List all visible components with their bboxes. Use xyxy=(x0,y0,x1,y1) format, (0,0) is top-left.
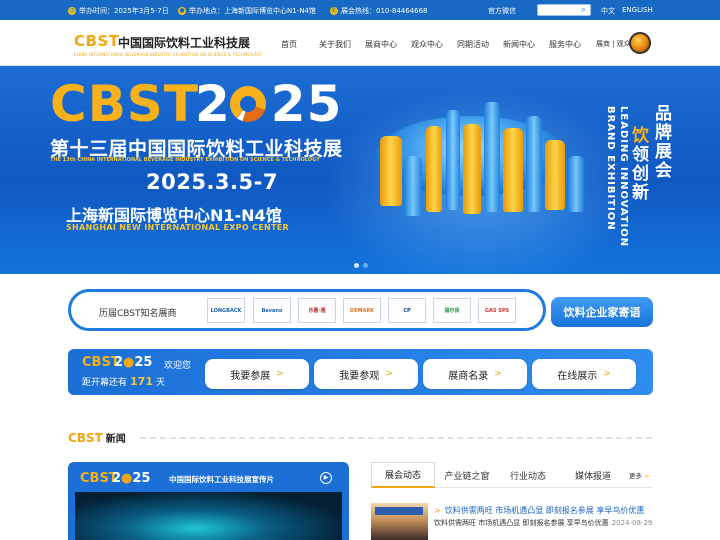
banner-zero-ring-icon xyxy=(230,86,266,122)
play-icon[interactable]: ▶ xyxy=(320,472,332,484)
logo-title: 中国国际饮料工业科技展 xyxy=(118,36,251,50)
lang-en-link[interactable]: ENGLISH xyxy=(622,6,653,14)
chevron-right-icon: > xyxy=(603,369,611,379)
banner-venue-en: SHANGHAI NEW INTERNATIONAL EXPO CENTER xyxy=(66,223,289,232)
tab-exhibition-news[interactable]: 展会动态 xyxy=(371,462,435,488)
phone-icon: ✆ xyxy=(330,7,338,15)
video-title: 中国国际饮料工业科技展宣传片 xyxy=(169,475,274,484)
logo-subtitle: CHINA INTERNATIONAL BEVERAGE INDUSTRY EX… xyxy=(74,52,263,57)
section-divider xyxy=(140,437,652,439)
tab-industry-chain[interactable]: 产业链之窗 xyxy=(437,462,497,488)
logo-brand: CBST xyxy=(74,32,120,50)
banner-pagination xyxy=(354,263,368,268)
chevron-right-icon: > xyxy=(276,369,284,379)
exhibitor-directory-button[interactable]: 展商名录 > xyxy=(423,359,527,389)
nav-exhibitor-center[interactable]: 展商中心 xyxy=(365,39,397,50)
location-pin-icon: ● xyxy=(178,7,186,15)
top-info-bar: ◷ 举办时间：2025年3月5-7日 ● 举办地点：上海新国际博览中心N1-N4… xyxy=(0,0,720,20)
banner-year: 2 25 xyxy=(195,75,343,133)
event-time: ◷ 举办时间：2025年3月5-7日 xyxy=(68,7,169,15)
wechat-link[interactable]: 官方微信 xyxy=(488,6,516,16)
nav-service-center[interactable]: 服务中心 xyxy=(549,39,581,50)
banner-dot[interactable] xyxy=(354,263,359,268)
banner-title-en: THE 13th CHINA INTERNATIONAL BEVERAGE IN… xyxy=(50,157,320,163)
countdown-days: 171 xyxy=(130,375,153,388)
arrow-right-icon: > xyxy=(434,506,441,515)
nav-news-center[interactable]: 新闻中心 xyxy=(503,39,535,50)
bottle-illustration xyxy=(426,126,442,212)
nav-home[interactable]: 首页 xyxy=(281,39,297,50)
chevron-right-icon: > xyxy=(385,369,393,379)
news-summary: 饮料供需两旺 市场机遇凸显 即刻报名参展 享早鸟价优惠 2024-08-29 xyxy=(434,519,653,527)
main-header: CBST 中国国际饮料工业科技展 CHINA INTERNATIONAL BEV… xyxy=(0,20,720,66)
news-headline[interactable]: > 饮料供需两旺 市场机遇凸显 即刻报名参展 享早鸟价优惠 xyxy=(434,505,644,516)
entrepreneur-message-button[interactable]: 饮料企业家寄语 xyxy=(551,297,653,327)
bottle-illustration xyxy=(463,124,481,214)
exhibitor-logo[interactable]: DEMARK xyxy=(343,298,381,323)
countdown-bar: CBST 2●25 欢迎您 距开幕还有 171 天 我要参展 > 我要参观 > 展商… xyxy=(68,349,653,395)
banner-dot[interactable] xyxy=(363,263,368,268)
bottle-illustration xyxy=(526,116,542,212)
nav-about[interactable]: 关于我们 xyxy=(319,39,351,50)
countdown-welcome: 欢迎您 xyxy=(164,361,192,371)
slogan-cn-1: 品牌展会 xyxy=(651,104,671,180)
clock-icon: ◷ xyxy=(68,7,76,15)
countdown-year: 2●25 xyxy=(114,355,153,370)
bottle-illustration xyxy=(545,140,565,210)
chevron-right-icon: > xyxy=(494,369,502,379)
video-player[interactable] xyxy=(75,492,342,540)
video-year: 2●25 xyxy=(112,471,151,486)
news-thumbnail[interactable] xyxy=(371,503,428,540)
slogan-cn-2: 饮领创新 xyxy=(628,126,648,202)
bottle-illustration xyxy=(446,110,460,210)
exhibitor-logo[interactable]: LONGBACK xyxy=(207,298,245,323)
countdown-text: 距开幕还有 171 天 xyxy=(82,375,165,388)
news-date: 2024-08-29 xyxy=(611,519,653,527)
exhibitor-logo[interactable]: GAS SPS xyxy=(478,298,516,323)
hero-banner[interactable]: CBST 2 25 第十三届中国国际饮料工业科技展 THE 13th CHINA … xyxy=(0,66,720,274)
bottle-illustration xyxy=(568,156,584,212)
bottle-illustration xyxy=(380,136,402,206)
exhibitor-logo[interactable]: 福尔良 xyxy=(433,298,471,323)
event-location: ● 举办地点：上海新国际博览中心N1-N4馆 xyxy=(178,7,316,15)
exhibitor-logos-strip: 历届CBST知名展商 LONGBACK Bevano 乐惠·雅 DEMARK C… xyxy=(68,289,546,331)
register-exhibit-button[interactable]: 我要参展 > xyxy=(205,359,309,389)
site-logo[interactable]: CBST 中国国际饮料工业科技展 CHINA INTERNATIONAL BEV… xyxy=(72,30,270,58)
globe-logo-icon xyxy=(629,32,651,54)
slogan-en-1: BRAND EXHIBITION xyxy=(605,106,616,231)
search-box: ⌕ xyxy=(537,4,591,16)
search-icon[interactable]: ⌕ xyxy=(578,5,589,15)
exhibitor-logo[interactable]: Bevano xyxy=(253,298,291,323)
promo-video-card[interactable]: CBST 2●25 中国国际饮料工业科技展宣传片 ▶ xyxy=(68,462,349,540)
bottle-illustration xyxy=(484,102,500,212)
register-visit-button[interactable]: 我要参观 > xyxy=(314,359,418,389)
news-more-link[interactable]: 更多 > xyxy=(629,470,650,480)
banner-date: 2025.3.5-7 xyxy=(146,170,278,194)
nav-exhibitor-visitor[interactable]: 展商 | 观众 xyxy=(596,39,631,49)
exhibitor-logo[interactable]: CP xyxy=(388,298,426,323)
nav-events[interactable]: 同期活动 xyxy=(457,39,489,50)
event-hotline: ✆ 展会热线：010-84464668 xyxy=(330,7,428,15)
news-section-heading: CBST 新闻 xyxy=(68,431,126,445)
news-tabs: 展会动态 产业链之窗 行业动态 媒体报道 xyxy=(371,462,653,488)
banner-brand: CBST xyxy=(50,75,199,133)
online-showcase-button[interactable]: 在线展示 > xyxy=(532,359,636,389)
lang-cn-link[interactable]: 中文 xyxy=(601,6,615,16)
exhibitor-strip-label: 历届CBST知名展商 xyxy=(99,309,177,319)
tab-industry-news[interactable]: 行业动态 xyxy=(501,462,555,488)
exhibitor-logo[interactable]: 乐惠·雅 xyxy=(298,298,336,323)
nav-visitor-center[interactable]: 观众中心 xyxy=(411,39,443,50)
tab-media-reports[interactable]: 媒体报道 xyxy=(565,462,621,488)
search-input[interactable] xyxy=(538,5,578,15)
bottle-illustration xyxy=(404,156,422,216)
bottle-illustration xyxy=(503,128,523,212)
